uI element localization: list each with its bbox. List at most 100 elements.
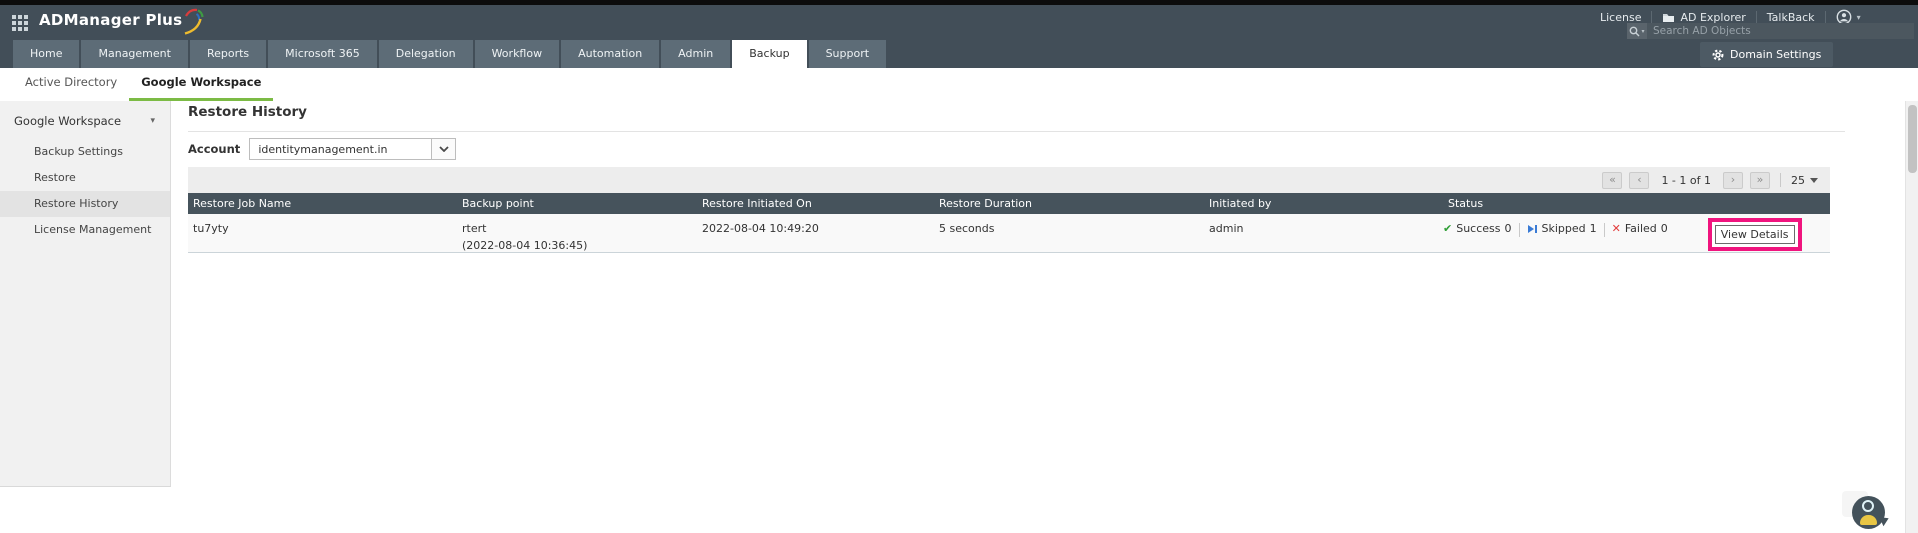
sidebar-item-license-management[interactable]: License Management [0,217,170,243]
tab-support[interactable]: Support [808,40,887,68]
status-success: ✔ Success 0 [1443,222,1512,235]
tab-backup[interactable]: Backup [732,40,807,68]
domain-settings-button[interactable]: Domain Settings [1700,42,1834,67]
page-range-label: 1 - 1 of 1 [1661,173,1711,187]
logo-area: ADManager Plus [12,8,204,35]
backup-point-name: rtert [462,222,487,235]
search-scope-button[interactable]: ▾ [1627,23,1647,39]
next-page-button[interactable]: › [1723,171,1743,189]
ad-explorer-label: AD Explorer [1680,10,1746,24]
vertical-scrollbar[interactable] [1905,101,1918,533]
chevron-down-icon: ▾ [1641,28,1645,35]
cell-initiated-by: admin [1209,222,1244,235]
column-header-job-name: Restore Job Name [193,197,292,210]
tab-workflow[interactable]: Workflow [474,40,560,68]
chevron-down-icon[interactable] [431,139,456,159]
search-icon [1630,26,1640,36]
status-success-count: 0 [1504,222,1512,235]
cross-icon: ✕ [1611,222,1621,235]
first-page-button[interactable]: « [1602,171,1623,189]
sidebar-header-google-workspace[interactable]: Google Workspace ▾ [0,101,170,139]
folder-icon [1663,13,1675,22]
app-logo-text: ADManager Plus [39,11,183,29]
account-select[interactable]: identitymanagement.in [249,138,457,160]
divider [1824,11,1826,23]
page-title: Restore History [188,104,307,120]
primary-nav: Home Management Reports Microsoft 365 De… [0,40,1918,68]
skip-icon [1527,224,1537,233]
sidebar-item-backup-settings[interactable]: Backup Settings [0,139,170,165]
status-failed-label: Failed [1624,222,1657,235]
view-details-button[interactable]: View Details [1714,225,1795,244]
last-page-button[interactable]: » [1750,171,1770,189]
search-input[interactable] [1647,23,1914,39]
chevron-down-icon: ▾ [150,116,155,126]
sidebar-header-label: Google Workspace [14,114,122,128]
status-skipped-count: 1 [1589,222,1597,235]
sidebar-item-restore-history[interactable]: Restore History [0,191,170,217]
scrollbar-thumb[interactable] [1908,105,1917,173]
column-header-backup-point: Backup point [462,197,534,210]
cell-duration: 5 seconds [939,222,995,235]
tab-delegation[interactable]: Delegation [378,40,473,68]
cell-job-name: tu7yty [193,222,229,235]
domain-settings-label: Domain Settings [1730,48,1822,61]
status-skipped-label: Skipped [1541,222,1586,235]
tab-reports[interactable]: Reports [189,40,267,68]
backup-point-time: (2022-08-04 10:36:45) [462,239,588,252]
chevron-down-icon [1810,177,1818,183]
divider [1518,223,1520,237]
admanager-plus-app: ADManager Plus License AD Explorer TalkB… [0,0,1918,533]
page-size-select[interactable]: 25 [1791,174,1818,187]
account-select-value: identitymanagement.in [258,142,388,156]
chat-person-head [1862,500,1874,512]
restore-history-table: Restore Job Name Backup point Restore In… [188,193,1830,253]
divider [1651,11,1653,23]
pagination-bar: « ‹ 1 - 1 of 1 › » 25 [188,167,1830,193]
column-header-initiated-by: Initiated by [1209,197,1272,210]
status-failed-count: 0 [1660,222,1668,235]
ad-explorer-link[interactable]: AD Explorer [1662,10,1746,24]
status-skipped: Skipped 1 [1527,222,1597,235]
page-size-value: 25 [1791,173,1805,187]
check-icon: ✔ [1443,222,1453,235]
column-header-duration: Restore Duration [939,197,1033,210]
logo-swoosh-icon [185,8,204,35]
secondary-nav: Active Directory Google Workspace [0,68,1918,101]
license-link[interactable]: License [1600,11,1641,24]
column-header-status: Status [1448,197,1484,210]
cell-initiated-on: 2022-08-04 10:49:20 [702,222,819,235]
tab-management[interactable]: Management [81,40,188,68]
account-label: Account [188,142,241,156]
status-success-label: Success [1456,222,1501,235]
gear-icon [1712,49,1724,60]
app-logo: ADManager Plus [39,8,204,35]
column-header-initiated-on: Restore Initiated On [702,197,812,210]
divider [1780,173,1781,187]
account-row: Account identitymanagement.in [188,138,457,160]
app-header: ADManager Plus License AD Explorer TalkB… [0,5,1918,40]
status-failed: ✕ Failed 0 [1612,222,1668,235]
talkback-link[interactable]: TalkBack [1767,11,1815,24]
apps-grid-icon[interactable] [12,15,28,31]
table-row: tu7yty rtert (2022-08-04 10:36:45) 2022-… [188,214,1830,253]
divider [1603,223,1605,237]
cell-status: ✔ Success 0 Skipped 1 ✕ Failed 0 View De… [1443,214,1830,252]
divider [1755,11,1757,23]
view-details-highlight: View Details [1707,218,1802,251]
tab-active-directory[interactable]: Active Directory [13,68,129,101]
prev-page-button[interactable]: ‹ [1629,171,1650,189]
title-divider [188,131,1845,132]
tab-admin[interactable]: Admin [661,40,731,68]
cell-backup-point: rtert (2022-08-04 10:36:45) [457,214,697,252]
ad-objects-search: ▾ [1627,23,1914,39]
chat-bubble-tail [1879,513,1891,527]
tab-automation[interactable]: Automation [561,40,660,68]
tab-home[interactable]: Home [13,40,80,68]
support-chat-button[interactable] [1852,496,1891,529]
sidebar: Google Workspace ▾ Backup Settings Resto… [0,101,171,487]
tab-microsoft-365[interactable]: Microsoft 365 [268,40,377,68]
sidebar-item-restore[interactable]: Restore [0,165,170,191]
chevron-down-icon: ▾ [1856,12,1861,22]
tab-google-workspace[interactable]: Google Workspace [129,68,274,101]
